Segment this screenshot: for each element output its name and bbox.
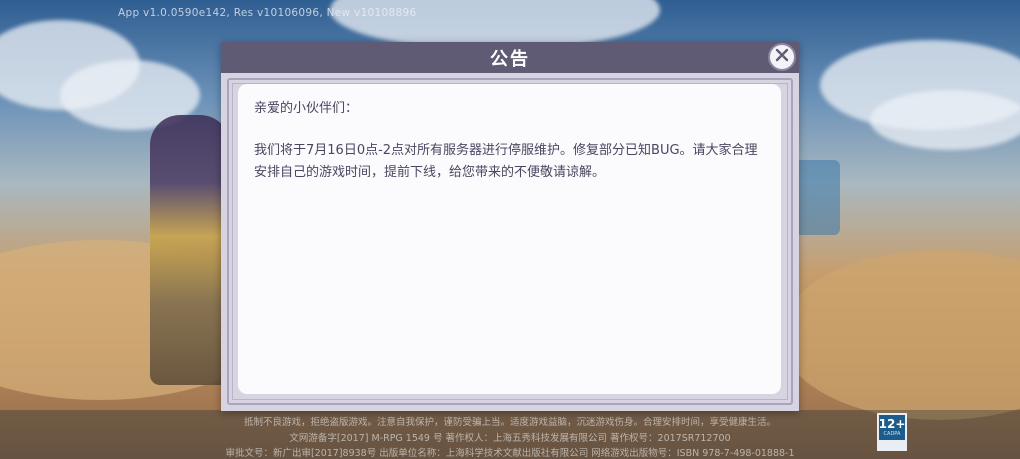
age-rating-badge: 12+ CADPA [877, 413, 907, 451]
age-rating-value: 12+ [878, 417, 906, 431]
announcement-dialog: 公告 亲爱的小伙伴们： 我们将于7月16日0点-2点对所有服务器进行停服维护。修… [221, 42, 799, 411]
footer-approval: 审批文号：新广出审[2017]8938号 出版单位名称：上海科学技术文献出版社有… [225, 448, 795, 459]
dialog-title: 公告 [490, 48, 530, 70]
close-x-icon [774, 47, 790, 67]
announcement-panel: 亲爱的小伙伴们： 我们将于7月16日0点-2点对所有服务器进行停服维护。修复部分… [238, 84, 781, 394]
version-text: App v1.0.0590e142, Res v10106096, New v1… [118, 7, 417, 19]
age-rating-org: CADPA [883, 431, 901, 437]
footer-license: 文网游备字[2017] M-RPG 1549 号 著作权人：上海五秀科技发展有限… [289, 433, 731, 444]
footer-health-notice: 抵制不良游戏，拒绝盗版游戏。注意自我保护，谨防受骗上当。适度游戏益脑，沉迷游戏伤… [243, 417, 776, 428]
dialog-header: 公告 [221, 42, 799, 73]
hero-character [150, 115, 230, 385]
close-button[interactable] [768, 43, 796, 71]
game-logo-fragment [795, 160, 840, 235]
announcement-greeting: 亲爱的小伙伴们： [254, 101, 359, 116]
announcement-body: 我们将于7月16日0点-2点对所有服务器进行停服维护。修复部分已知BUG。请大家… [254, 143, 758, 180]
